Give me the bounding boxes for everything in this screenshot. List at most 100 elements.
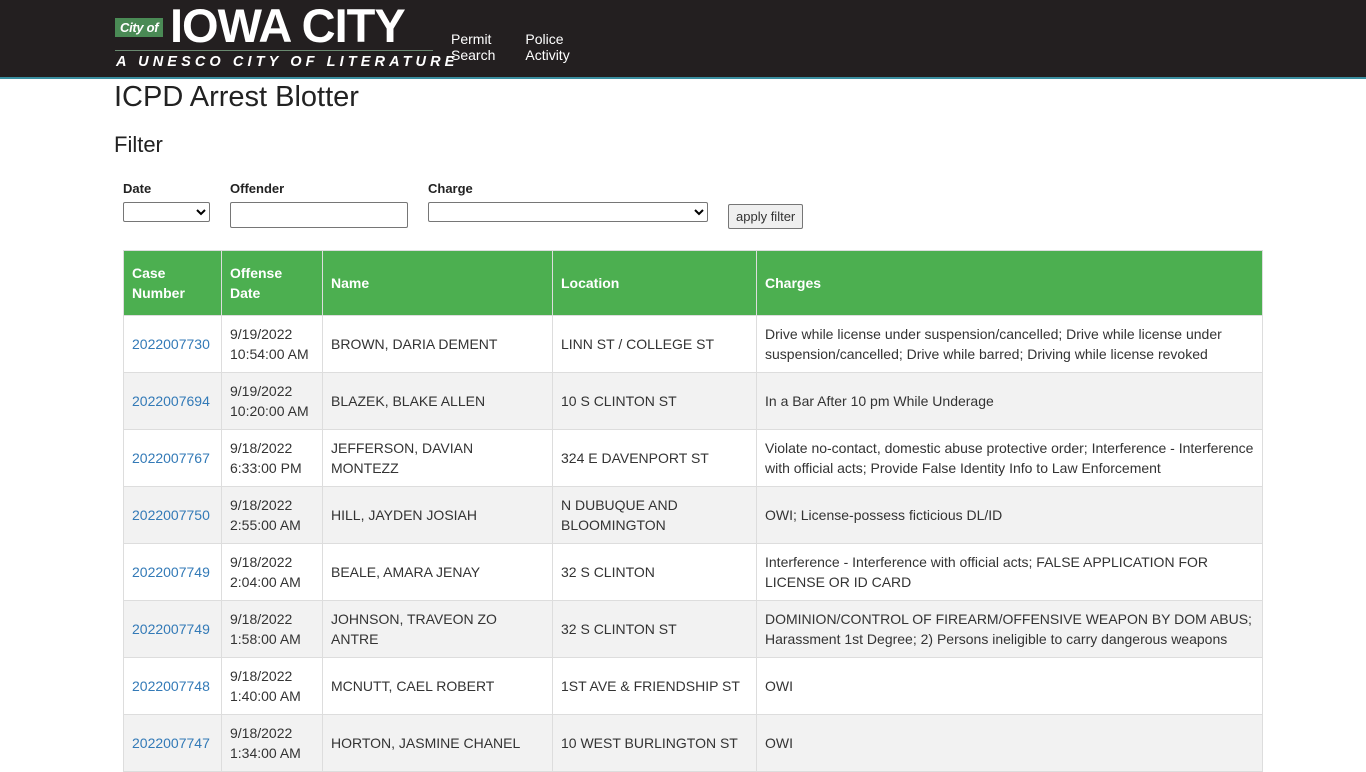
offense-date-cell: 9/19/2022 10:20:00 AM: [221, 372, 323, 430]
column-header-name: Name: [322, 250, 553, 316]
date-label: Date: [123, 181, 152, 196]
logo-city-name: IOWA CITY: [170, 0, 406, 52]
name-cell: JEFFERSON, DAVIAN MONTEZZ: [322, 429, 553, 487]
logo-divider: [115, 50, 433, 51]
logo-tagline: A UNESCO CITY OF LITERATURE: [116, 54, 459, 70]
table-header-row: Case Number Offense Date Name Location C…: [123, 250, 1263, 316]
location-cell: 324 E DAVENPORT ST: [552, 429, 757, 487]
case-number-cell: 2022007730: [123, 315, 222, 373]
location-cell: 10 S CLINTON ST: [552, 372, 757, 430]
location-cell: 32 S CLINTON: [552, 543, 757, 601]
location-cell: 32 S CLINTON ST: [552, 600, 757, 658]
case-number-cell: 2022007749: [123, 543, 222, 601]
offense-date: 9/18/2022: [230, 497, 293, 513]
offense-date-cell: 9/18/2022 1:40:00 AM: [221, 657, 323, 715]
table-row: 2022007694 9/19/2022 10:20:00 AM BLAZEK, BL…: [123, 372, 1263, 430]
name-cell: HILL, JAYDEN JOSIAH: [322, 486, 553, 544]
case-number-link[interactable]: 2022007694: [132, 393, 210, 409]
offense-date-cell: 9/18/2022 6:33:00 PM: [221, 429, 323, 487]
filter-heading: Filter: [114, 132, 163, 157]
charges-cell: In a Bar After 10 pm While Underage: [756, 372, 1263, 430]
apply-filter-button[interactable]: apply filter: [728, 204, 804, 229]
charges-cell: DOMINION/CONTROL OF FIREARM/OFFENSIVE WE…: [756, 600, 1263, 658]
charge-label: Charge: [428, 181, 473, 196]
offender-filter-group: Offender: [230, 181, 408, 228]
offense-time: 1:58:00 AM: [230, 631, 301, 647]
offense-date-cell: 9/18/2022 2:55:00 AM: [221, 486, 323, 544]
offense-date: 9/18/2022: [230, 725, 293, 741]
charges-cell: Drive while license under suspension/can…: [756, 315, 1263, 373]
iowa-city-logo[interactable]: City of IOWA CITY A UNESCO CITY OF LITER…: [114, 0, 454, 77]
case-number-link[interactable]: 2022007747: [132, 735, 210, 751]
offense-date: 9/18/2022: [230, 554, 293, 570]
table-row: 2022007730 9/19/2022 10:54:00 AM BROWN, DAR…: [123, 315, 1263, 373]
name-cell: HORTON, JASMINE CHANEL: [322, 714, 553, 772]
offense-time: 1:40:00 AM: [230, 688, 301, 704]
table-row: 2022007767 9/18/2022 6:33:00 PM JEFFERSON, …: [123, 429, 1263, 487]
name-cell: BLAZEK, BLAKE ALLEN: [322, 372, 553, 430]
table-row: 2022007748 9/18/2022 1:40:00 AM MCNUTT, CAE…: [123, 657, 1263, 715]
top-navbar: City of IOWA CITY A UNESCO CITY OF LITER…: [0, 0, 1366, 79]
offender-label: Offender: [230, 181, 285, 196]
name-cell: BROWN, DARIA DEMENT: [322, 315, 553, 373]
location-cell: 1ST AVE & FRIENDSHIP ST: [552, 657, 757, 715]
page-title: ICPD Arrest Blotter: [114, 81, 359, 113]
offense-time: 2:55:00 AM: [230, 517, 301, 533]
charges-cell: Violate no-contact, domestic abuse prote…: [756, 429, 1263, 487]
arrest-table: Case Number Offense Date Name Location C…: [123, 250, 1263, 772]
location-cell: LINN ST / COLLEGE ST: [552, 315, 757, 373]
case-number-link[interactable]: 2022007750: [132, 507, 210, 523]
filter-form: Date Offender Charge apply filter: [123, 181, 804, 229]
table-row: 2022007749 9/18/2022 2:04:00 AM BEALE, AMAR…: [123, 543, 1263, 601]
offense-date: 9/19/2022: [230, 383, 293, 399]
offense-date: 9/19/2022: [230, 326, 293, 342]
location-cell: N DUBUQUE AND BLOOMINGTON: [552, 486, 757, 544]
case-number-link[interactable]: 2022007748: [132, 678, 210, 694]
date-filter-group: Date: [123, 181, 210, 222]
charges-cell: OWI: [756, 714, 1263, 772]
case-number-cell: 2022007749: [123, 600, 222, 658]
logo-city-of: City of: [115, 18, 164, 37]
offense-time: 10:54:00 AM: [230, 346, 309, 362]
date-select[interactable]: [123, 202, 210, 222]
offense-time: 1:34:00 AM: [230, 745, 301, 761]
offense-date-cell: 9/18/2022 1:58:00 AM: [221, 600, 323, 658]
charge-filter-group: Charge: [428, 181, 708, 222]
case-number-cell: 2022007750: [123, 486, 222, 544]
table-row: 2022007747 9/18/2022 1:34:00 AM HORTON, JAS…: [123, 714, 1263, 772]
offense-time: 6:33:00 PM: [230, 460, 302, 476]
table-row: 2022007749 9/18/2022 1:58:00 AM JOHNSON, TR…: [123, 600, 1263, 658]
offense-date-cell: 9/18/2022 1:34:00 AM: [221, 714, 323, 772]
charges-cell: OWI: [756, 657, 1263, 715]
offense-date: 9/18/2022: [230, 611, 293, 627]
table-row: 2022007750 9/18/2022 2:55:00 AM HILL, JAYDE…: [123, 486, 1263, 544]
case-number-link[interactable]: 2022007749: [132, 621, 210, 637]
offense-time: 10:20:00 AM: [230, 403, 309, 419]
offense-date-cell: 9/18/2022 2:04:00 AM: [221, 543, 323, 601]
case-number-cell: 2022007767: [123, 429, 222, 487]
column-header-location: Location: [552, 250, 757, 316]
column-header-offense-date: Offense Date: [221, 250, 323, 316]
case-number-cell: 2022007694: [123, 372, 222, 430]
charge-select[interactable]: [428, 202, 708, 222]
case-number-cell: 2022007747: [123, 714, 222, 772]
name-cell: MCNUTT, CAEL ROBERT: [322, 657, 553, 715]
nav-permit-search[interactable]: Permit Search: [451, 31, 495, 63]
case-number-link[interactable]: 2022007767: [132, 450, 210, 466]
case-number-cell: 2022007748: [123, 657, 222, 715]
offense-date: 9/18/2022: [230, 668, 293, 684]
offender-input[interactable]: [230, 202, 408, 228]
offense-date: 9/18/2022: [230, 440, 293, 456]
name-cell: BEALE, AMARA JENAY: [322, 543, 553, 601]
case-number-link[interactable]: 2022007730: [132, 336, 210, 352]
location-cell: 10 WEST BURLINGTON ST: [552, 714, 757, 772]
charges-cell: OWI; License-possess ficticious DL/ID: [756, 486, 1263, 544]
nav-links: Permit Search Police Activity: [451, 31, 600, 63]
case-number-link[interactable]: 2022007749: [132, 564, 210, 580]
charges-cell: Interference - Interference with officia…: [756, 543, 1263, 601]
nav-police-activity[interactable]: Police Activity: [525, 31, 569, 63]
name-cell: JOHNSON, TRAVEON ZO ANTRE: [322, 600, 553, 658]
offense-date-cell: 9/19/2022 10:54:00 AM: [221, 315, 323, 373]
offense-time: 2:04:00 AM: [230, 574, 301, 590]
column-header-charges: Charges: [756, 250, 1263, 316]
